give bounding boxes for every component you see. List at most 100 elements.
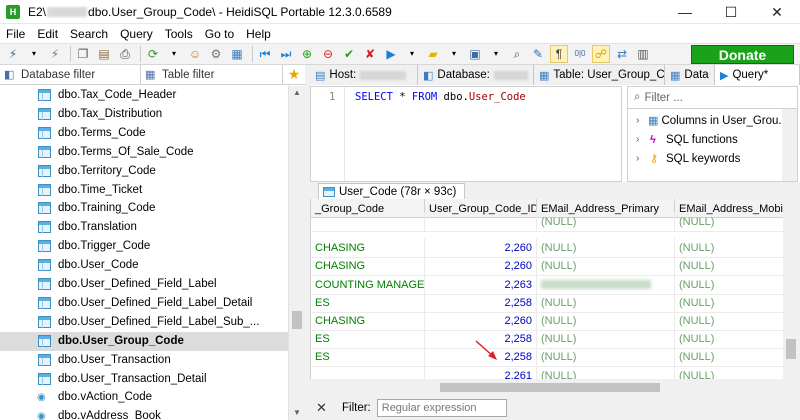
grid-cell[interactable]: (NULL) xyxy=(675,347,783,367)
insert-record-icon[interactable]: ⊕ xyxy=(298,45,316,63)
grid-cell[interactable]: COUNTING MANAGER xyxy=(311,274,425,295)
grid-cell[interactable]: (NULL) xyxy=(675,212,783,232)
dropdown-arrow-icon[interactable]: ▾ xyxy=(487,45,505,63)
tree-item[interactable]: dbo.User_Defined_Field_Label_Detail xyxy=(0,294,288,313)
grid-cell[interactable]: (NULL) xyxy=(537,329,675,350)
scroll-down-icon[interactable]: ▼ xyxy=(289,408,305,417)
menu-search[interactable]: Search xyxy=(64,27,114,41)
table-row[interactable]: 2,261 (NULL) (NULL) xyxy=(311,365,783,379)
grid-cell[interactable]: (NULL) xyxy=(675,366,783,379)
helper-item-columns[interactable]: › ▦ Columns in User_Grou... xyxy=(628,111,788,130)
grid-cell[interactable]: CHASING xyxy=(311,238,425,259)
tab-query[interactable]: ▶ Query* xyxy=(715,65,800,85)
tree-item[interactable]: dbo.User_Defined_Field_Label xyxy=(0,275,288,294)
chevron-right-icon[interactable]: › xyxy=(636,153,648,164)
post-record-icon[interactable]: ✔ xyxy=(340,45,358,63)
tree-item[interactable]: dbo.Training_Code xyxy=(0,199,288,218)
grid-cell[interactable]: (NULL) xyxy=(675,293,783,313)
dropdown-arrow-icon[interactable]: ▾ xyxy=(445,45,463,63)
tree-item[interactable]: dbo.Tax_Distribution xyxy=(0,105,288,124)
wrap-icon[interactable]: ¶ xyxy=(550,45,568,63)
user-manager-icon[interactable]: ☺ xyxy=(186,45,204,63)
grid-cell[interactable] xyxy=(311,365,425,379)
grid-cell[interactable]: 2,260 xyxy=(425,311,537,331)
grid-cell[interactable]: CHASING xyxy=(311,311,425,331)
grid-cell[interactable]: (NULL) xyxy=(675,275,783,295)
maximize-button[interactable]: ☐ xyxy=(708,0,754,24)
table-row[interactable]: CHASING 2,260 (NULL) (NULL) xyxy=(311,238,783,259)
helper-filter-input[interactable]: ⌕ Filter ... xyxy=(628,87,797,109)
print-icon[interactable]: ⎙ xyxy=(116,45,134,63)
result-grid[interactable]: _Group_Code User_Group_Code_ID EMail_Add… xyxy=(310,199,783,379)
tree-scrollbar[interactable]: ▲ ▼ xyxy=(288,86,305,420)
grid-cell[interactable]: (NULL) xyxy=(537,347,675,368)
tab-host[interactable]: ▤ Host: xyxy=(310,65,418,85)
menu-goto[interactable]: Go to xyxy=(199,27,240,41)
refresh-icon[interactable]: ⟳ xyxy=(144,45,162,63)
table-row[interactable]: ES 2,258 (NULL) (NULL) xyxy=(311,347,783,368)
maintenance-icon[interactable]: ⚙ xyxy=(207,45,225,63)
tab-database[interactable]: ◧ Database: xyxy=(418,65,534,85)
sql-text[interactable]: SELECT * FROM dbo.User_Code xyxy=(355,91,526,103)
database-filter-input[interactable]: ◧ Database filter xyxy=(0,65,141,84)
tree-item[interactable]: dbo.Terms_Code xyxy=(0,124,288,143)
grid-cell[interactable]: (NULL) xyxy=(537,292,675,313)
binary-icon[interactable]: 0|0 xyxy=(571,45,589,63)
format-icon[interactable]: ✎ xyxy=(529,45,547,63)
grid-cell[interactable]: (NULL) xyxy=(675,311,783,331)
grid-cell[interactable]: (NULL) xyxy=(537,212,675,232)
grid-cell[interactable]: 2,258 xyxy=(425,347,537,368)
tree-item[interactable]: dbo.Terms_Of_Sale_Code xyxy=(0,143,288,162)
tree-item[interactable]: dbo.User_Group_Code xyxy=(0,331,288,351)
search-icon[interactable]: ⌕ xyxy=(508,45,526,63)
tree-item[interactable]: dbo.User_Transaction_Detail xyxy=(0,370,288,389)
helper-item-functions[interactable]: › ϟ SQL functions xyxy=(628,130,788,149)
grid-cell[interactable]: (NULL) xyxy=(537,238,675,259)
tree-item[interactable]: dbo.Translation xyxy=(0,218,288,237)
disconnect-icon[interactable]: ⚡ xyxy=(46,45,64,63)
close-button[interactable]: ✕ xyxy=(754,0,800,24)
copy-icon[interactable]: ❐ xyxy=(74,45,92,63)
cancel-record-icon[interactable]: ✘ xyxy=(361,45,379,63)
menu-tools[interactable]: Tools xyxy=(159,27,199,41)
regex-filter-input[interactable]: Regular expression xyxy=(376,399,507,417)
tree-scroll-thumb[interactable] xyxy=(292,311,302,329)
tree-item[interactable]: dbo.Territory_Code xyxy=(0,162,288,181)
dropdown-arrow-icon[interactable]: ▾ xyxy=(165,45,183,63)
dropdown-arrow-icon[interactable]: ▾ xyxy=(25,45,43,63)
grid-cell[interactable]: (NULL) xyxy=(537,256,675,277)
helper-item-keywords[interactable]: › ⚷ SQL keywords xyxy=(628,149,788,168)
close-filter-icon[interactable]: ✕ xyxy=(316,400,336,416)
minimize-button[interactable]: — xyxy=(662,0,708,24)
grid-hscroll-thumb[interactable] xyxy=(440,383,660,392)
tree-item[interactable]: ◉ dbo.vAction_Code xyxy=(0,388,288,407)
first-record-icon[interactable]: ⏮ xyxy=(256,45,274,63)
grid-cell[interactable]: 2,258 xyxy=(425,292,537,313)
tree-item[interactable]: ◉ dbo.vAddress_Book xyxy=(0,407,288,420)
last-record-icon[interactable]: ⏭ xyxy=(277,45,295,63)
chevron-right-icon[interactable]: › xyxy=(636,115,646,126)
grid-cell[interactable]: ES xyxy=(311,292,425,313)
table-row[interactable]: COUNTING MANAGER 2,263 (NULL) xyxy=(311,274,783,295)
grid-cell[interactable]: (NULL) xyxy=(537,365,675,379)
delete-record-icon[interactable]: ⊖ xyxy=(319,45,337,63)
grid-cell[interactable]: ES xyxy=(311,347,425,368)
grid-cell[interactable]: 2,258 xyxy=(425,329,537,350)
tab-data[interactable]: ▦ Data xyxy=(665,65,715,85)
database-tree[interactable]: dbo.Tax_Code_Header dbo.Tax_Distribution d… xyxy=(0,86,288,420)
table-row[interactable]: CHASING 2,260 (NULL) (NULL) xyxy=(311,256,783,277)
tree-item[interactable]: dbo.Trigger_Code xyxy=(0,237,288,256)
grid-cell[interactable]: (NULL) xyxy=(675,256,783,276)
grid-cell[interactable] xyxy=(425,212,537,232)
tree-item[interactable]: dbo.User_Transaction xyxy=(0,351,288,370)
menu-help[interactable]: Help xyxy=(240,27,277,41)
export-icon[interactable]: ▦ xyxy=(228,45,246,63)
grid-cell[interactable]: CHASING xyxy=(311,256,425,277)
scroll-up-icon[interactable]: ▲ xyxy=(289,88,305,97)
grid-cell[interactable] xyxy=(311,212,425,232)
result-tab[interactable]: User_Code (78r × 93c) xyxy=(318,183,466,200)
menu-query[interactable]: Query xyxy=(114,27,159,41)
tree-item[interactable]: dbo.User_Code xyxy=(0,256,288,275)
grid-horizontal-scrollbar[interactable] xyxy=(310,379,800,396)
menu-edit[interactable]: Edit xyxy=(31,27,64,41)
